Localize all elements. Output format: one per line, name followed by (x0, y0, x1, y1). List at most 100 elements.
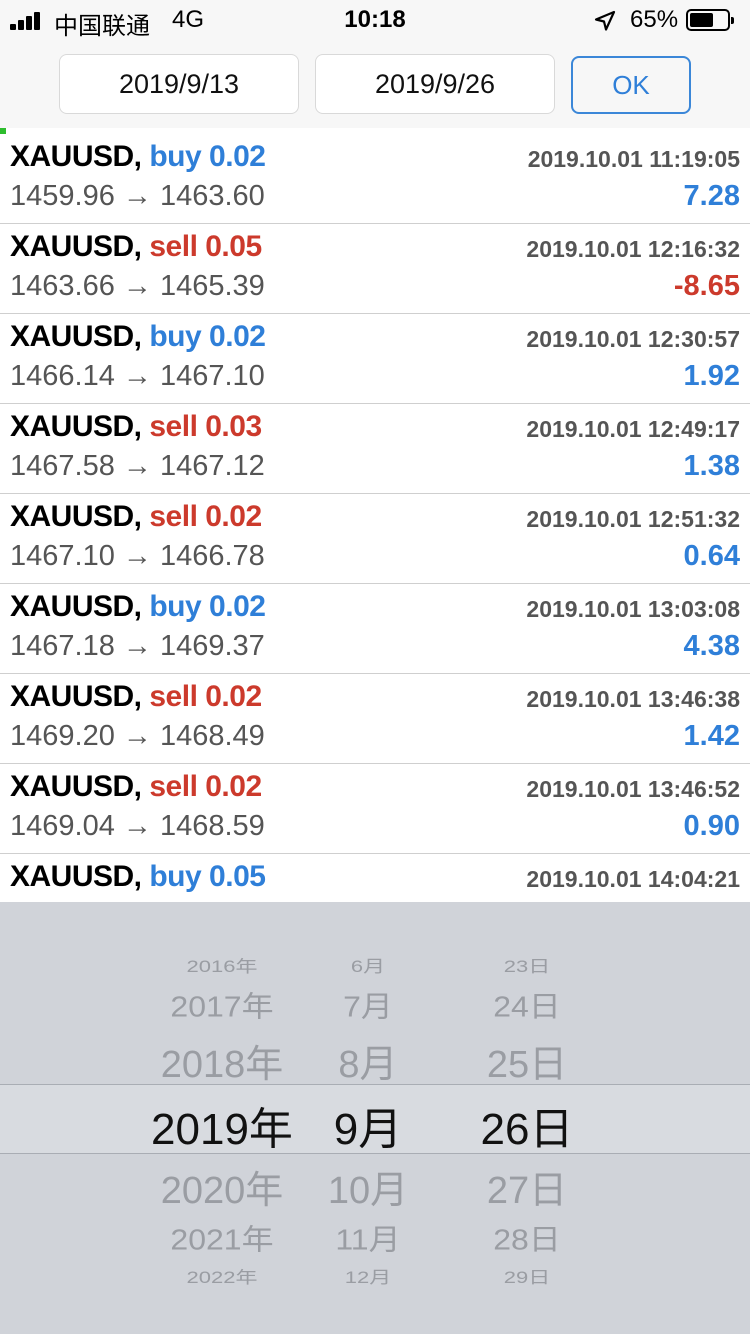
close-price: 1466.78 (159, 540, 265, 572)
location-arrow-icon (594, 10, 616, 31)
trade-profit: 4.38 (683, 630, 740, 662)
trade-time: 2019.10.01 12:16:32 (526, 236, 740, 262)
open-price: 1467.58 (10, 450, 115, 482)
open-price: 1459.96 (10, 180, 115, 212)
trade-row[interactable]: XAUUSD, sell 0.02 2019.10.01 12:51:32 1467… (0, 494, 750, 584)
trade-row[interactable]: XAUUSD, sell 0.03 2019.10.01 12:49:17 1467… (0, 404, 750, 494)
lot-size: 0.05 (209, 860, 266, 893)
trade-time: 2019.10.01 13:03:08 (526, 596, 740, 622)
trade-history-list[interactable]: XAUUSD, buy 0.02 2019.10.01 11:19:05 1459.… (0, 134, 750, 902)
symbol-label: XAUUSD, (10, 500, 142, 533)
picker-month-option[interactable]: 10月 (278, 1159, 458, 1214)
trade-symbol: XAUUSD, sell 0.02 (10, 500, 262, 534)
trade-row[interactable]: XAUUSD, buy 0.02 2019.10.01 13:03:08 1467.… (0, 584, 750, 674)
picker-month-option[interactable]: 6月 (278, 953, 458, 977)
side-label: sell (149, 680, 198, 713)
trade-prices: 1459.96 → 1463.60 (10, 180, 265, 213)
symbol-label: XAUUSD, (10, 680, 142, 713)
symbol-label: XAUUSD, (10, 410, 142, 443)
trade-prices: 1463.66 → 1465.39 (10, 270, 265, 303)
trade-prices: 1469.20 → 1468.49 (10, 720, 265, 753)
picker-day-option[interactable]: 24日 (437, 985, 617, 1026)
picker-month-option[interactable]: 11月 (278, 1218, 458, 1259)
side-label: sell (149, 770, 198, 803)
trade-profit: 1.92 (683, 360, 740, 392)
picker-month-option[interactable]: 8月 (278, 1033, 458, 1088)
trade-profit: 1.42 (683, 720, 740, 752)
trade-side: buy 0.02 (149, 140, 266, 173)
trade-side: buy 0.02 (149, 590, 266, 623)
picker-day-option[interactable]: 25日 (437, 1033, 617, 1088)
battery-icon (686, 9, 734, 31)
trade-side: sell 0.03 (149, 410, 262, 443)
lot-size: 0.02 (205, 770, 262, 803)
trade-row[interactable]: XAUUSD, buy 0.02 2019.10.01 11:19:05 1459.… (0, 134, 750, 224)
trade-symbol: XAUUSD, sell 0.03 (10, 410, 262, 444)
trade-symbol: XAUUSD, sell 0.02 (10, 680, 262, 714)
side-label: buy (149, 860, 202, 893)
picker-day-option[interactable]: 27日 (437, 1159, 617, 1214)
date-from-field[interactable]: 2019/9/13 (59, 54, 299, 114)
date-picker-wheel[interactable]: 2016年 2017年 2018年 2019年 2020年 2021年 2022年 6月 7月 8… (0, 902, 750, 1334)
close-price: 1468.49 (159, 720, 265, 752)
symbol-label: XAUUSD, (10, 770, 142, 803)
trade-prices: 1467.10 → 1466.78 (10, 540, 265, 573)
side-label: buy (149, 320, 202, 353)
trade-time: 2019.10.01 13:46:52 (526, 776, 740, 802)
close-price: 1469.37 (159, 630, 265, 662)
side-label: buy (149, 590, 202, 623)
trade-symbol: XAUUSD, sell 0.02 (10, 770, 262, 804)
side-label: sell (149, 410, 198, 443)
trade-time: 2019.10.01 13:46:38 (526, 686, 740, 712)
trade-side: buy 0.02 (149, 320, 266, 353)
close-price: 1467.12 (159, 450, 265, 482)
status-bar: 中国联通 4G 10:18 65% (0, 0, 750, 40)
symbol-label: XAUUSD, (10, 860, 142, 893)
trade-symbol: XAUUSD, sell 0.05 (10, 230, 262, 264)
picker-month-option[interactable]: 12月 (278, 1264, 458, 1288)
picker-day-option[interactable]: 23日 (437, 953, 617, 977)
trade-side: sell 0.02 (149, 680, 262, 713)
top-bar: 中国联通 4G 10:18 65% 2019/9/13 2019/9/26 OK (0, 0, 750, 128)
trade-row[interactable]: XAUUSD, buy 0.05 2019.10.01 14:04:21 (0, 854, 750, 902)
trade-profit: 0.90 (683, 810, 740, 842)
lot-size: 0.02 (205, 680, 262, 713)
trade-row[interactable]: XAUUSD, sell 0.05 2019.10.01 12:16:32 1463… (0, 224, 750, 314)
date-to-field[interactable]: 2019/9/26 (315, 54, 555, 114)
ok-button[interactable]: OK (571, 56, 691, 114)
trade-time: 2019.10.01 12:49:17 (526, 416, 740, 442)
open-price: 1469.04 (10, 810, 115, 842)
close-price: 1468.59 (159, 810, 265, 842)
picker-day-option[interactable]: 28日 (437, 1218, 617, 1259)
trade-prices: 1466.14 → 1467.10 (10, 360, 265, 393)
trade-row[interactable]: XAUUSD, buy 0.02 2019.10.01 12:30:57 1466.… (0, 314, 750, 404)
arrow-icon: → (122, 810, 152, 842)
trade-profit: 7.28 (683, 180, 740, 212)
arrow-icon: → (122, 450, 152, 482)
arrow-icon: → (122, 720, 152, 752)
trade-symbol: XAUUSD, buy 0.05 (10, 860, 266, 894)
symbol-label: XAUUSD, (10, 140, 142, 173)
picker-day-option[interactable]: 29日 (437, 1264, 617, 1288)
trade-time: 2019.10.01 12:30:57 (526, 326, 740, 352)
trade-profit: 0.64 (683, 540, 740, 572)
arrow-icon: → (122, 180, 152, 212)
battery-percent: 65% (630, 6, 679, 33)
trade-symbol: XAUUSD, buy 0.02 (10, 320, 266, 354)
side-label: sell (149, 230, 198, 263)
trade-row[interactable]: XAUUSD, sell 0.02 2019.10.01 13:46:38 1469… (0, 674, 750, 764)
trade-side: sell 0.02 (149, 500, 262, 533)
arrow-icon: → (122, 270, 152, 302)
trade-side: sell 0.02 (149, 770, 262, 803)
trade-symbol: XAUUSD, buy 0.02 (10, 140, 266, 174)
lot-size: 0.05 (205, 230, 262, 263)
trade-symbol: XAUUSD, buy 0.02 (10, 590, 266, 624)
trade-row[interactable]: XAUUSD, sell 0.02 2019.10.01 13:46:52 1469… (0, 764, 750, 854)
open-price: 1463.66 (10, 270, 115, 302)
close-price: 1465.39 (159, 270, 265, 302)
picker-month-option[interactable]: 7月 (278, 985, 458, 1026)
picker-month-option[interactable]: 9月 (278, 1093, 458, 1157)
trade-side: sell 0.05 (149, 230, 262, 263)
picker-day-option[interactable]: 26日 (437, 1093, 617, 1157)
open-price: 1467.10 (10, 540, 115, 572)
